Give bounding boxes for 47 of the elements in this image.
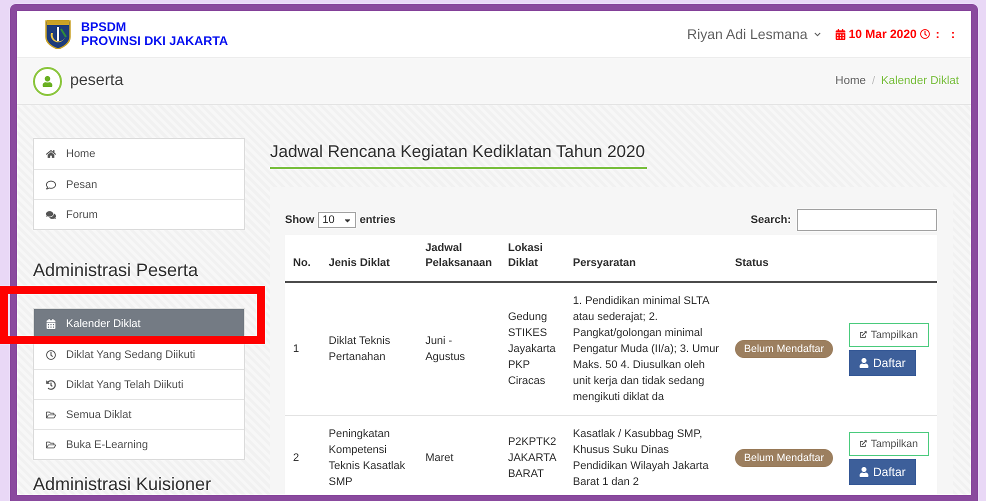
search-field[interactable] [797,209,937,231]
column-header: Lokasi Diklat [500,235,565,282]
user-menu[interactable]: Riyan Adi Lesmana [686,26,821,42]
user-icon [859,466,869,476]
table-cell: Diklat Teknis Pertanahan [320,282,418,416]
show-label: Show [285,214,314,226]
external-link-icon [860,330,867,339]
sidebar-item[interactable]: Kalender Diklat [34,309,244,339]
view-button[interactable]: Tampilkan [849,322,929,346]
section-title: Administrasi Kuisioner [33,474,212,495]
external-link-icon [860,439,867,448]
table-cell: P2KPTK2 JAKARTA BARAT [500,416,565,495]
column-header: Jadwal Pelaksanaan [417,235,500,282]
table-cell: 1 [285,282,321,416]
content-title: Jadwal Rencana Kegiatan Kediklatan Tahun 2020 [270,138,647,169]
crest-logo [45,19,71,49]
column-header: No. [285,235,321,282]
entries-select[interactable]: 10 [318,212,356,228]
table-cell: Maret [417,416,500,495]
register-button[interactable]: Daftar [849,350,916,376]
user-icon [859,358,869,368]
table-cell: Gedung STIKES Jayakarta PKP Ciracas [500,282,565,416]
column-header: Jenis Diklat [320,235,418,282]
status-badge: Belum Mendaftar [735,340,833,358]
table-cell: 2 [285,416,321,495]
column-header: Persyaratan [564,235,727,282]
register-button[interactable]: Daftar [849,458,916,484]
table-cell: Juni - Agustus [417,282,500,416]
page-title: peserta [70,72,124,90]
breadcrumb-link[interactable]: Home [835,75,866,87]
date-text: 10 Mar 2020 [848,27,917,41]
entries-label: entries [360,214,396,226]
search-label: Search: [750,214,791,226]
breadcrumb-separator: / [872,75,876,87]
status-badge: Belum Mendaftar [735,449,833,467]
brand-name: BPSDM PROVINSI DKI JAKARTA [81,20,228,48]
chevron-down-icon [814,30,821,38]
user-avatar-icon [33,66,62,96]
clock-icon [920,29,930,39]
section-title: Administrasi Peserta [33,260,200,281]
table-cell: Peningkatan Kompetensi Teknis Kasatlak SMP [320,416,418,495]
calendar-icon [834,28,846,40]
column-header: Status [727,235,841,282]
table-cell: Kasatlak / Kasubbag SMP, Khusus Suku Dinas Pendidikan Wilayah Jakarta Barat 1 dan 2 [564,416,727,495]
clock-text: : : [936,27,959,41]
table-cell: 1. Pendidikan minimal SLTA atau sederajat; 2. Pangkat/golongan minimal Pengatur Muda (II/a); 3. Umur Maks. 50 4. Diusulkan oleh unit kerja dan tidak sedang mengikuti diklat da [564,282,727,416]
view-button[interactable]: Tampilkan [849,432,929,456]
